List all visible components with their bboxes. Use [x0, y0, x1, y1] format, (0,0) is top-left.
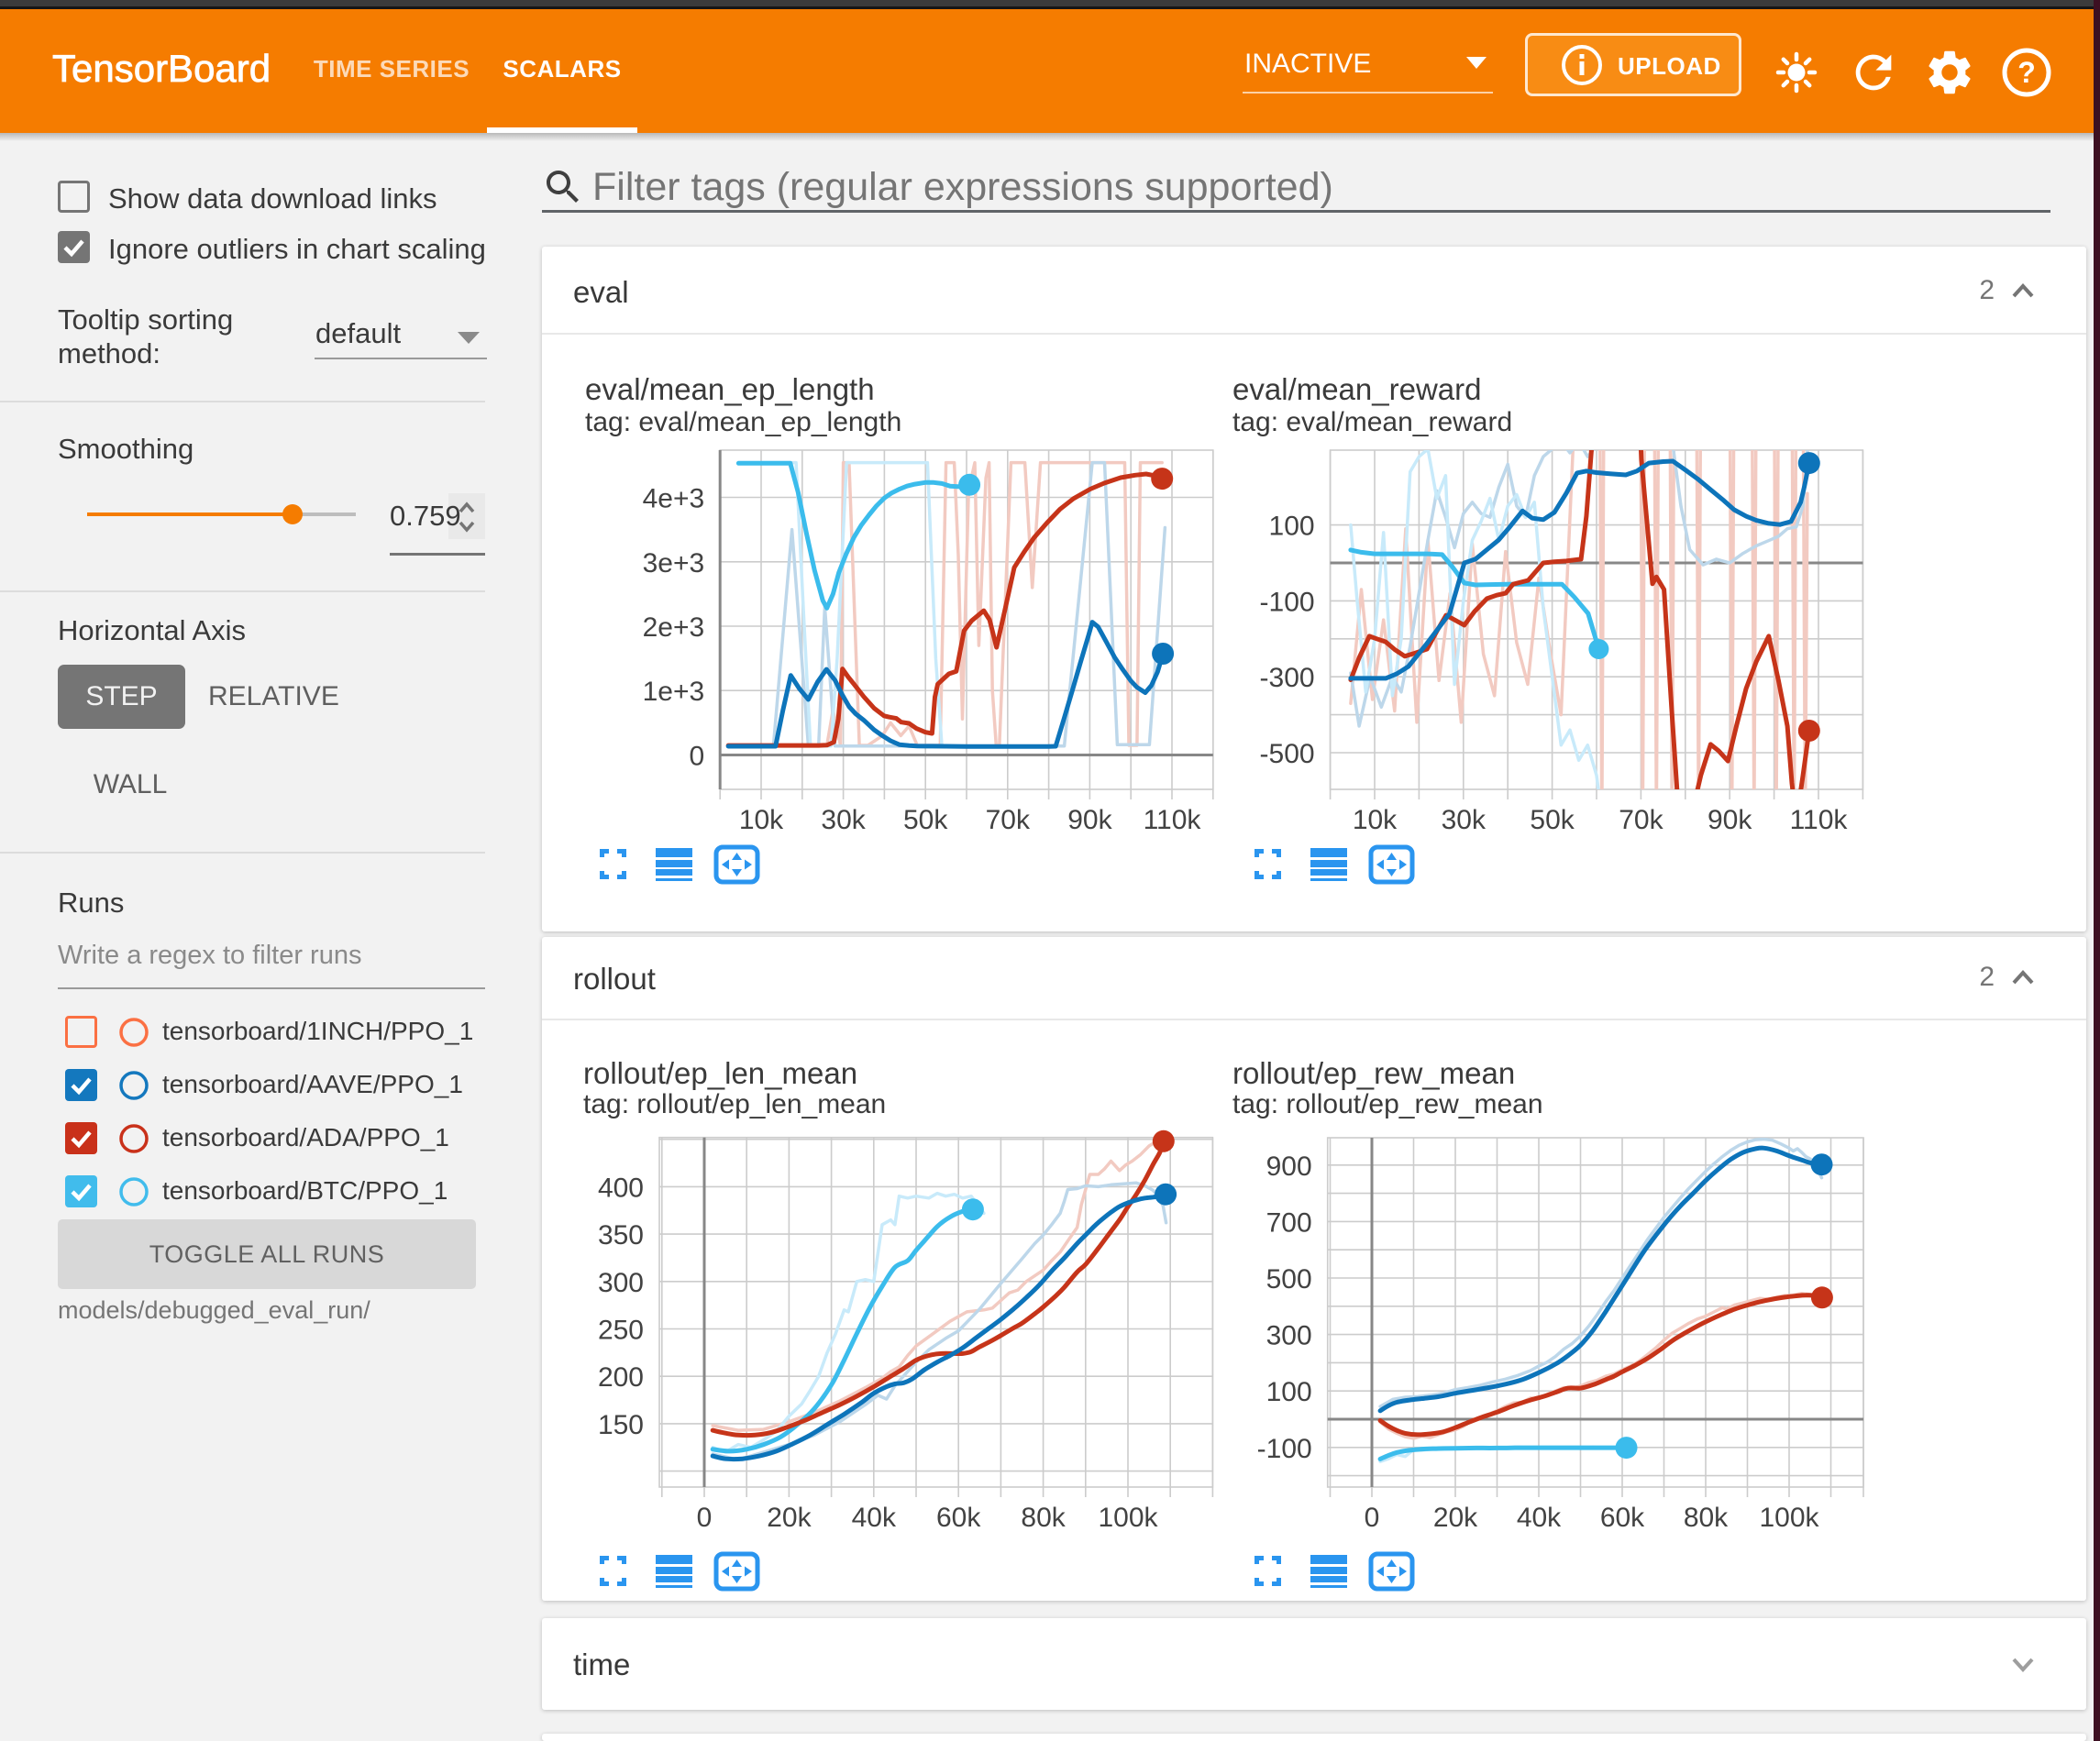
svg-text:20k: 20k: [1433, 1503, 1478, 1533]
svg-text:500: 500: [1266, 1264, 1312, 1295]
svg-text:80k: 80k: [1021, 1503, 1066, 1533]
svg-text:60k: 60k: [1600, 1503, 1645, 1533]
svg-text:110k: 110k: [1790, 805, 1849, 835]
svg-text:2e+3: 2e+3: [643, 612, 705, 643]
svg-text:50k: 50k: [1530, 805, 1575, 835]
svg-text:-500: -500: [1260, 739, 1315, 769]
svg-text:-100: -100: [1257, 1434, 1312, 1464]
svg-text:-300: -300: [1260, 663, 1315, 693]
svg-text:700: 700: [1266, 1207, 1312, 1238]
svg-text:250: 250: [598, 1316, 644, 1346]
svg-text:10k: 10k: [1353, 805, 1398, 835]
svg-text:400: 400: [598, 1173, 644, 1203]
svg-text:0: 0: [690, 742, 705, 772]
svg-text:300: 300: [598, 1268, 644, 1298]
svg-text:4e+3: 4e+3: [643, 484, 705, 514]
svg-text:1e+3: 1e+3: [643, 677, 705, 707]
svg-text:90k: 90k: [1067, 805, 1112, 835]
svg-text:110k: 110k: [1144, 805, 1202, 835]
svg-text:20k: 20k: [767, 1503, 812, 1533]
svg-text:0: 0: [697, 1503, 713, 1533]
svg-text:3e+3: 3e+3: [643, 548, 705, 578]
svg-text:70k: 70k: [986, 805, 1031, 835]
svg-text:-100: -100: [1260, 587, 1315, 617]
svg-text:30k: 30k: [1442, 805, 1487, 835]
svg-text:150: 150: [598, 1410, 644, 1440]
svg-text:100: 100: [1266, 1377, 1312, 1407]
svg-text:40k: 40k: [852, 1503, 897, 1533]
svg-text:100k: 100k: [1098, 1503, 1158, 1533]
svg-text:350: 350: [598, 1220, 644, 1251]
svg-text:100k: 100k: [1759, 1503, 1819, 1533]
svg-text:60k: 60k: [936, 1503, 981, 1533]
svg-text:10k: 10k: [739, 805, 784, 835]
svg-text:90k: 90k: [1708, 805, 1752, 835]
svg-text:900: 900: [1266, 1151, 1312, 1182]
svg-text:200: 200: [598, 1362, 644, 1393]
svg-text:40k: 40k: [1517, 1503, 1562, 1533]
svg-text:0: 0: [1365, 1503, 1380, 1533]
svg-text:30k: 30k: [821, 805, 866, 835]
svg-text:100: 100: [1269, 512, 1315, 542]
svg-text:80k: 80k: [1684, 1503, 1729, 1533]
svg-text:70k: 70k: [1619, 805, 1663, 835]
svg-text:300: 300: [1266, 1321, 1312, 1351]
svg-text:50k: 50k: [903, 805, 948, 835]
